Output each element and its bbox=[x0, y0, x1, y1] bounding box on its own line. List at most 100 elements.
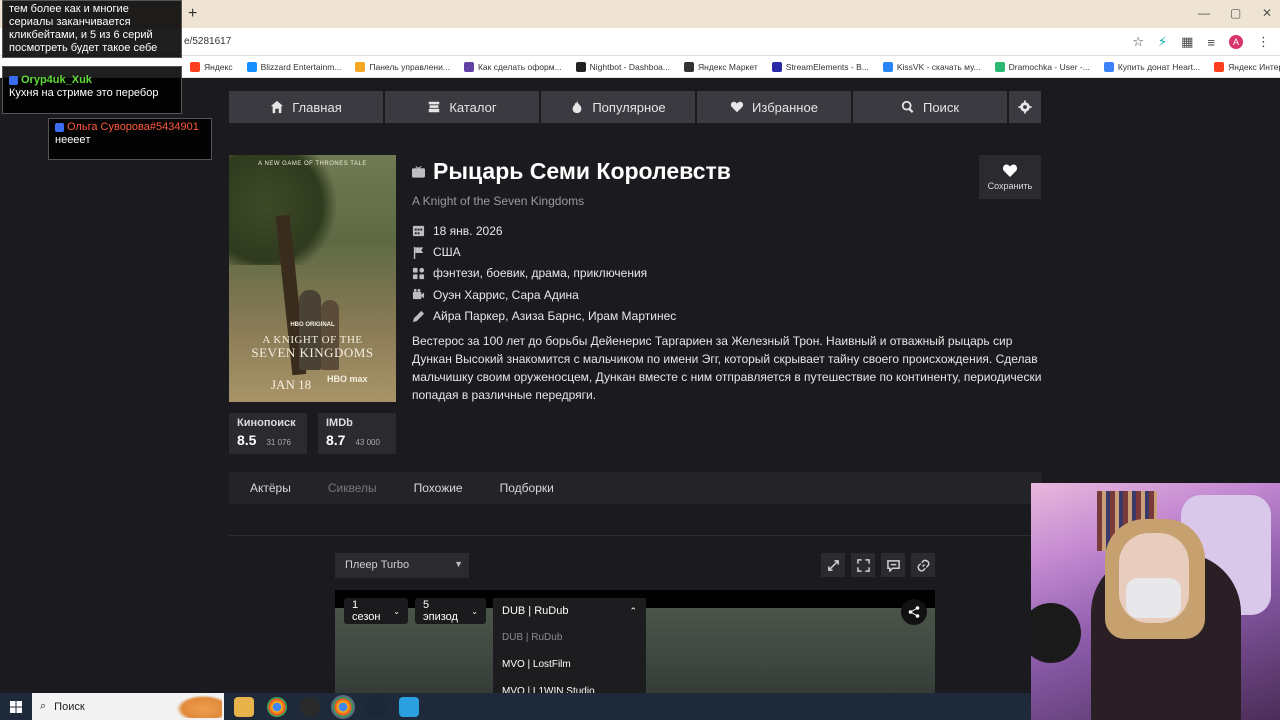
bookmark-favicon-icon bbox=[771, 61, 782, 72]
bookmark-item[interactable]: Панель управлени... bbox=[355, 61, 450, 72]
expand-icon bbox=[827, 559, 839, 571]
taskbar-search[interactable]: ⌕ Поиск bbox=[32, 693, 224, 720]
bookmark-item[interactable]: Купить донат Heart... bbox=[1103, 61, 1201, 72]
bookmark-item[interactable]: Яндекс bbox=[190, 61, 233, 72]
bookmark-label: Яндекс Маркет bbox=[697, 61, 758, 72]
fact-country-value: США bbox=[433, 245, 461, 260]
voice-dropdown[interactable]: DUB | RuDub ⌃ DUB | RuDub MVO | LostFilm… bbox=[493, 598, 646, 697]
chrome-icon[interactable] bbox=[267, 696, 287, 717]
fact-writers-value: Айра Паркер, Азиза Барнс, Ирам Мартинес bbox=[433, 309, 677, 324]
description: Вестерос за 100 лет до борьбы Дейенерис … bbox=[412, 334, 1042, 402]
bookmark-label: Купить донат Heart... bbox=[1117, 61, 1201, 72]
cat-illustration bbox=[176, 695, 222, 718]
bookmark-label: Панель управлени... bbox=[369, 61, 450, 72]
fire-icon bbox=[572, 100, 582, 114]
fullscreen-icon bbox=[856, 558, 870, 572]
nav-favorites[interactable]: Избранное bbox=[697, 91, 851, 123]
chat-message: тем более как и многие сериалы заканчива… bbox=[2, 0, 182, 58]
bookmark-star-icon[interactable]: ☆ bbox=[1132, 34, 1144, 50]
file-explorer-icon[interactable] bbox=[234, 696, 254, 717]
extension-icon[interactable]: ⚡ bbox=[1158, 34, 1167, 50]
save-button[interactable]: Сохранить bbox=[979, 155, 1041, 199]
bookmark-item[interactable]: Dramochka - User -... bbox=[994, 61, 1090, 72]
bookmark-item[interactable]: Blizzard Entertainm... bbox=[246, 61, 341, 72]
nav-popular-label: Популярное bbox=[592, 99, 666, 115]
tab-collections[interactable]: Подборки bbox=[500, 481, 554, 495]
bookmark-item[interactable]: Яндекс Интернето... bbox=[1214, 61, 1280, 72]
fullscreen-button[interactable] bbox=[851, 553, 875, 577]
comment-icon bbox=[886, 559, 900, 572]
rating-imdb-label: IMDb bbox=[326, 417, 353, 429]
link-button[interactable] bbox=[911, 553, 935, 577]
bookmark-item[interactable]: StreamElements - B... bbox=[771, 61, 869, 72]
steam-icon[interactable] bbox=[366, 696, 386, 717]
close-window-button[interactable]: ✕ bbox=[1262, 6, 1272, 20]
voice-selected: DUB | RuDub bbox=[502, 605, 569, 617]
chrome-active-icon[interactable] bbox=[331, 694, 355, 719]
poster-image: A NEW GAME OF THRONES TALE HBO ORIGINAL … bbox=[229, 155, 396, 402]
windows-icon bbox=[10, 700, 22, 713]
share-button[interactable] bbox=[901, 599, 927, 625]
pencil-icon bbox=[412, 310, 425, 322]
taskbar-search-placeholder: Поиск bbox=[54, 700, 85, 713]
calendar-icon bbox=[412, 226, 425, 237]
poster-tagline: A NEW GAME OF THRONES TALE bbox=[258, 161, 367, 167]
nav-catalog[interactable]: Каталог bbox=[385, 91, 539, 123]
bookmark-item[interactable]: KissVK - скачать му... bbox=[882, 61, 981, 72]
site-nav: Главная Каталог Популярное Избранное Пои… bbox=[229, 91, 1042, 123]
nav-home[interactable]: Главная bbox=[229, 91, 383, 123]
chevron-up-icon: ⌃ bbox=[629, 605, 637, 616]
url-field[interactable]: e/5281617 bbox=[184, 36, 231, 47]
rating-kp-label: Кинопоиск bbox=[237, 417, 296, 429]
fact-cast: Оуэн Харрис, Сара Адина bbox=[412, 284, 676, 305]
nav-popular[interactable]: Популярное bbox=[541, 91, 695, 123]
comments-button[interactable] bbox=[881, 553, 905, 577]
new-tab-button[interactable]: + bbox=[188, 5, 197, 23]
tab-actors[interactable]: Актёры bbox=[250, 481, 291, 495]
chat-author: Oryp4uk_Xuk bbox=[9, 74, 175, 87]
puzzle-icon[interactable]: ▦ bbox=[1181, 34, 1193, 50]
rating-kinopoisk[interactable]: Кинопоиск 8.5 31 076 bbox=[229, 413, 307, 454]
obs-icon[interactable] bbox=[300, 696, 320, 717]
chat-author-name: Ольга Суворова#5434901 bbox=[67, 121, 199, 133]
voice-option[interactable]: MVO | LostFilm bbox=[493, 651, 646, 678]
voice-dropdown-head[interactable]: DUB | RuDub ⌃ bbox=[493, 598, 646, 624]
chevron-down-icon: ⌄ bbox=[393, 606, 400, 616]
tab-sequels[interactable]: Сиквелы bbox=[328, 481, 377, 495]
bookmark-item[interactable]: Яндекс Маркет bbox=[683, 61, 758, 72]
bookmark-item[interactable]: Как сделать оформ... bbox=[463, 61, 562, 72]
chat-author: Ольга Суворова#5434901 bbox=[55, 121, 205, 134]
webcam-overlay bbox=[1031, 483, 1280, 720]
media-icon[interactable]: ≡ bbox=[1207, 35, 1215, 50]
heart-icon bbox=[1002, 164, 1018, 177]
nav-favorites-label: Избранное bbox=[752, 99, 818, 115]
bookmark-label: KissVK - скачать му... bbox=[896, 61, 981, 72]
rating-imdb[interactable]: IMDb 8.7 43 000 bbox=[318, 413, 396, 454]
grid-icon bbox=[412, 267, 425, 280]
bookmark-label: Dramochka - User -... bbox=[1008, 61, 1090, 72]
player-select[interactable]: Плеер Turbo ▼ bbox=[335, 553, 469, 578]
voice-option[interactable]: DUB | RuDub bbox=[493, 624, 646, 651]
season-select[interactable]: 1 сезон ⌄ bbox=[344, 598, 408, 624]
maximize-button[interactable]: ▢ bbox=[1230, 6, 1241, 20]
chat-app-icon[interactable] bbox=[399, 696, 419, 717]
minimize-button[interactable]: — bbox=[1198, 6, 1210, 20]
settings-button[interactable] bbox=[1009, 91, 1041, 123]
start-button[interactable] bbox=[0, 693, 32, 720]
rating-kp-count: 31 076 bbox=[266, 438, 291, 447]
tab-similar[interactable]: Похожие bbox=[414, 481, 463, 495]
bookmark-item[interactable]: Nightbot - Dashboa... bbox=[575, 61, 670, 72]
poster-brand: HBO max bbox=[327, 374, 368, 384]
menu-kebab-icon[interactable]: ⋮ bbox=[1257, 34, 1270, 50]
bookmark-label: Как сделать оформ... bbox=[477, 61, 562, 72]
title-row: Рыцарь Семи Королевств bbox=[412, 158, 731, 185]
camera-icon bbox=[412, 289, 425, 300]
rating-imdb-count: 43 000 bbox=[355, 438, 380, 447]
chat-text: Кухня на стриме это перебор bbox=[9, 87, 159, 99]
profile-avatar[interactable]: A bbox=[1229, 35, 1243, 49]
expand-button[interactable] bbox=[821, 553, 845, 577]
taskbar: ⌕ Поиск bbox=[0, 693, 1031, 720]
episode-select[interactable]: 5 эпизод ⌄ bbox=[415, 598, 486, 624]
bookmark-favicon-icon bbox=[355, 61, 366, 72]
nav-search[interactable]: Поиск bbox=[853, 91, 1007, 123]
